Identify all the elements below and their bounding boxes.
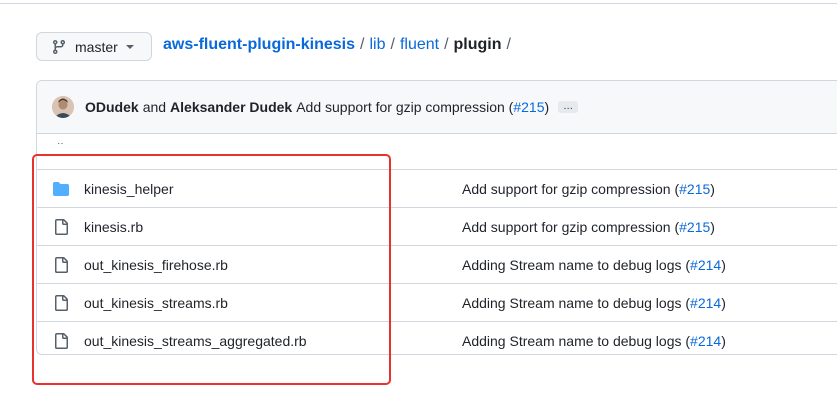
file-name-link[interactable]: out_kinesis_firehose.rb (84, 257, 228, 273)
file-icon (53, 333, 69, 349)
commit-pr-link[interactable]: #215 (513, 99, 544, 115)
table-row[interactable]: kinesis.rb Add support for gzip compress… (37, 208, 837, 246)
commit-author-conjunction: and (142, 99, 167, 115)
file-commit-message[interactable]: Adding Stream name to debug logs (#214) (462, 257, 726, 273)
table-row[interactable]: out_kinesis_streams_aggregated.rb Adding… (37, 322, 837, 354)
file-commit-pr-link[interactable]: #215 (679, 181, 710, 197)
breadcrumb-separator: / (444, 36, 449, 53)
file-commit-message-text: Add support for gzip compression (462, 180, 671, 197)
breadcrumb-fluent-link[interactable]: fluent (400, 36, 439, 54)
git-branch-icon (51, 39, 67, 55)
parent-directory-row[interactable]: ‥ (37, 134, 837, 170)
commit-author-link[interactable]: ODudek (85, 99, 139, 115)
table-row[interactable]: out_kinesis_firehose.rb Adding Stream na… (37, 246, 837, 284)
file-commit-pr-link[interactable]: #214 (690, 295, 721, 311)
breadcrumb-lib-link[interactable]: lib (369, 36, 385, 54)
branch-selector-button[interactable]: master (36, 32, 152, 61)
breadcrumb-separator: / (390, 36, 395, 53)
file-icon (53, 257, 69, 273)
file-icon (53, 219, 69, 235)
file-browser: ODudek and Aleksander Dudek Add support … (36, 80, 837, 355)
file-commit-pr-link[interactable]: #215 (679, 219, 710, 235)
breadcrumb-current: plugin (453, 36, 502, 53)
file-commit-message-text: Adding Stream name to debug logs (462, 256, 682, 273)
breadcrumb-separator: / (506, 36, 511, 53)
file-icon (53, 295, 69, 311)
file-commit-message-text: Add support for gzip compression (462, 218, 671, 235)
file-commit-message[interactable]: Add support for gzip compression (#215) (462, 219, 715, 235)
header-divider (0, 0, 837, 4)
file-commit-pr-link[interactable]: #214 (690, 333, 721, 349)
folder-icon (53, 181, 69, 197)
commit-message-text: Add support for gzip compression (296, 99, 505, 115)
commit-coauthor-link[interactable]: Aleksander Dudek (170, 99, 292, 115)
chevron-down-icon (125, 44, 134, 49)
file-name-link[interactable]: out_kinesis_streams.rb (84, 295, 228, 311)
expand-commit-button[interactable]: … (558, 101, 579, 113)
breadcrumb: aws-fluent-plugin-kinesis / lib / fluent… (163, 36, 516, 54)
parent-directory-label: ‥ (57, 136, 64, 147)
file-commit-message-text: Adding Stream name to debug logs (462, 294, 682, 311)
breadcrumb-separator: / (360, 36, 365, 53)
branch-name: master (75, 38, 118, 55)
file-commit-message-text: Adding Stream name to debug logs (462, 332, 682, 349)
file-commit-message[interactable]: Adding Stream name to debug logs (#214) (462, 295, 726, 311)
table-row[interactable]: out_kinesis_streams.rb Adding Stream nam… (37, 284, 837, 322)
commit-message[interactable]: Add support for gzip compression (#215) (296, 99, 549, 115)
table-row[interactable]: kinesis_helper Add support for gzip comp… (37, 170, 837, 208)
avatar[interactable] (52, 96, 74, 118)
file-commit-message[interactable]: Add support for gzip compression (#215) (462, 181, 715, 197)
latest-commit-bar: ODudek and Aleksander Dudek Add support … (37, 81, 837, 134)
file-name-link[interactable]: out_kinesis_streams_aggregated.rb (84, 333, 307, 349)
file-commit-pr-link[interactable]: #214 (690, 257, 721, 273)
breadcrumb-repo-link[interactable]: aws-fluent-plugin-kinesis (163, 36, 355, 54)
file-commit-message[interactable]: Adding Stream name to debug logs (#214) (462, 333, 726, 349)
file-name-link[interactable]: kinesis.rb (84, 219, 143, 235)
file-name-link[interactable]: kinesis_helper (84, 181, 174, 197)
